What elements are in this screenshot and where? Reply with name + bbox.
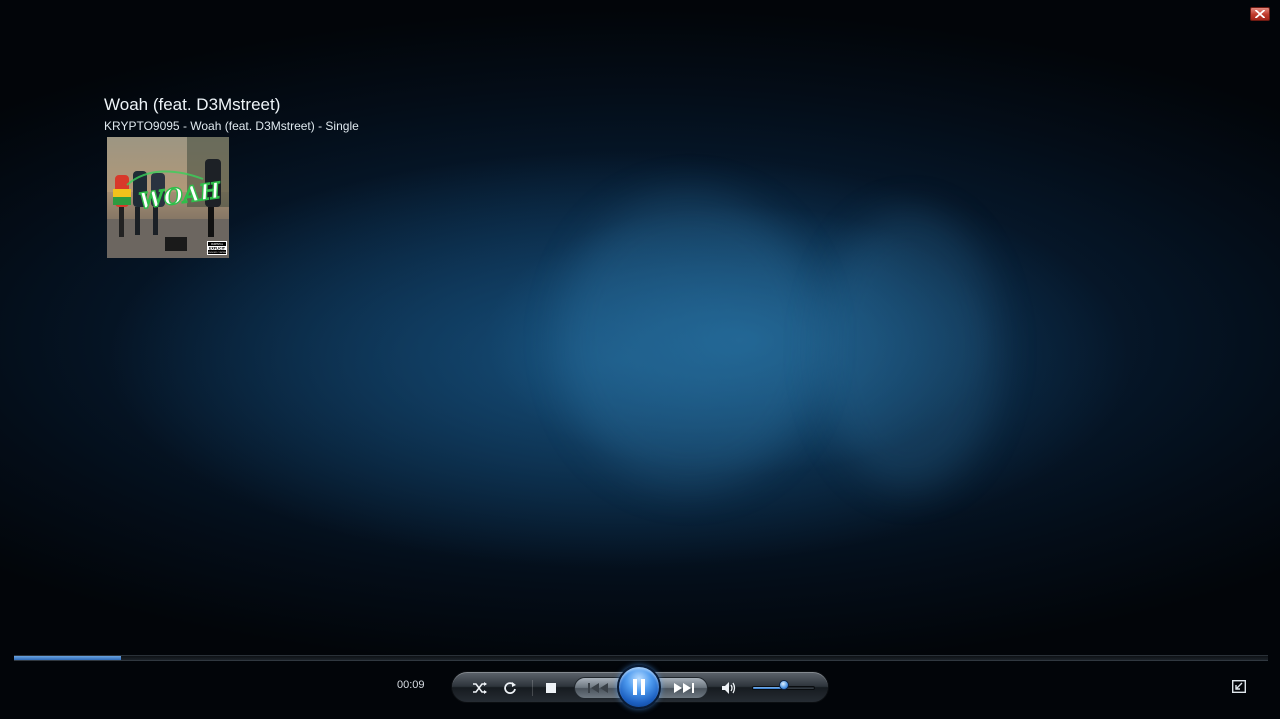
volume-thumb[interactable] (778, 680, 789, 690)
advisory-bottom: ADVISORY CONTENT (207, 251, 228, 254)
repeat-button[interactable] (501, 679, 519, 697)
track-title: Woah (feat. D3Mstreet) (104, 95, 281, 114)
advisory-mid: EXPLICIT (209, 246, 226, 250)
previous-icon (588, 683, 608, 693)
now-playing-view: Woah (feat. D3Mstreet) KRYPTO9095 - Woah… (0, 0, 1280, 719)
stop-button[interactable] (543, 680, 559, 696)
album-art: WOAH PARENTAL EXPLICIT ADVISORY CONTENT (107, 137, 229, 258)
mute-button[interactable] (720, 680, 738, 696)
seek-bar[interactable] (14, 655, 1268, 661)
track-subtitle: KRYPTO9095 - Woah (feat. D3Mstreet) - Si… (104, 119, 359, 133)
repeat-icon (504, 682, 516, 694)
switch-to-library-icon (1231, 679, 1246, 693)
close-icon (1255, 10, 1265, 18)
next-button[interactable] (658, 677, 708, 699)
control-divider (532, 680, 533, 696)
elapsed-time: 00:09 (397, 679, 425, 691)
pause-icon (633, 679, 645, 695)
shuffle-icon (473, 682, 487, 694)
switch-to-library-button[interactable] (1231, 679, 1246, 693)
seek-progress (14, 656, 121, 660)
background-glow (560, 190, 820, 490)
close-button[interactable] (1250, 7, 1270, 21)
next-icon (674, 683, 694, 693)
background-glow (820, 210, 1000, 490)
speaker-icon (722, 682, 736, 694)
stop-icon (546, 683, 556, 693)
pause-button[interactable] (617, 665, 661, 709)
shuffle-button[interactable] (471, 679, 489, 697)
